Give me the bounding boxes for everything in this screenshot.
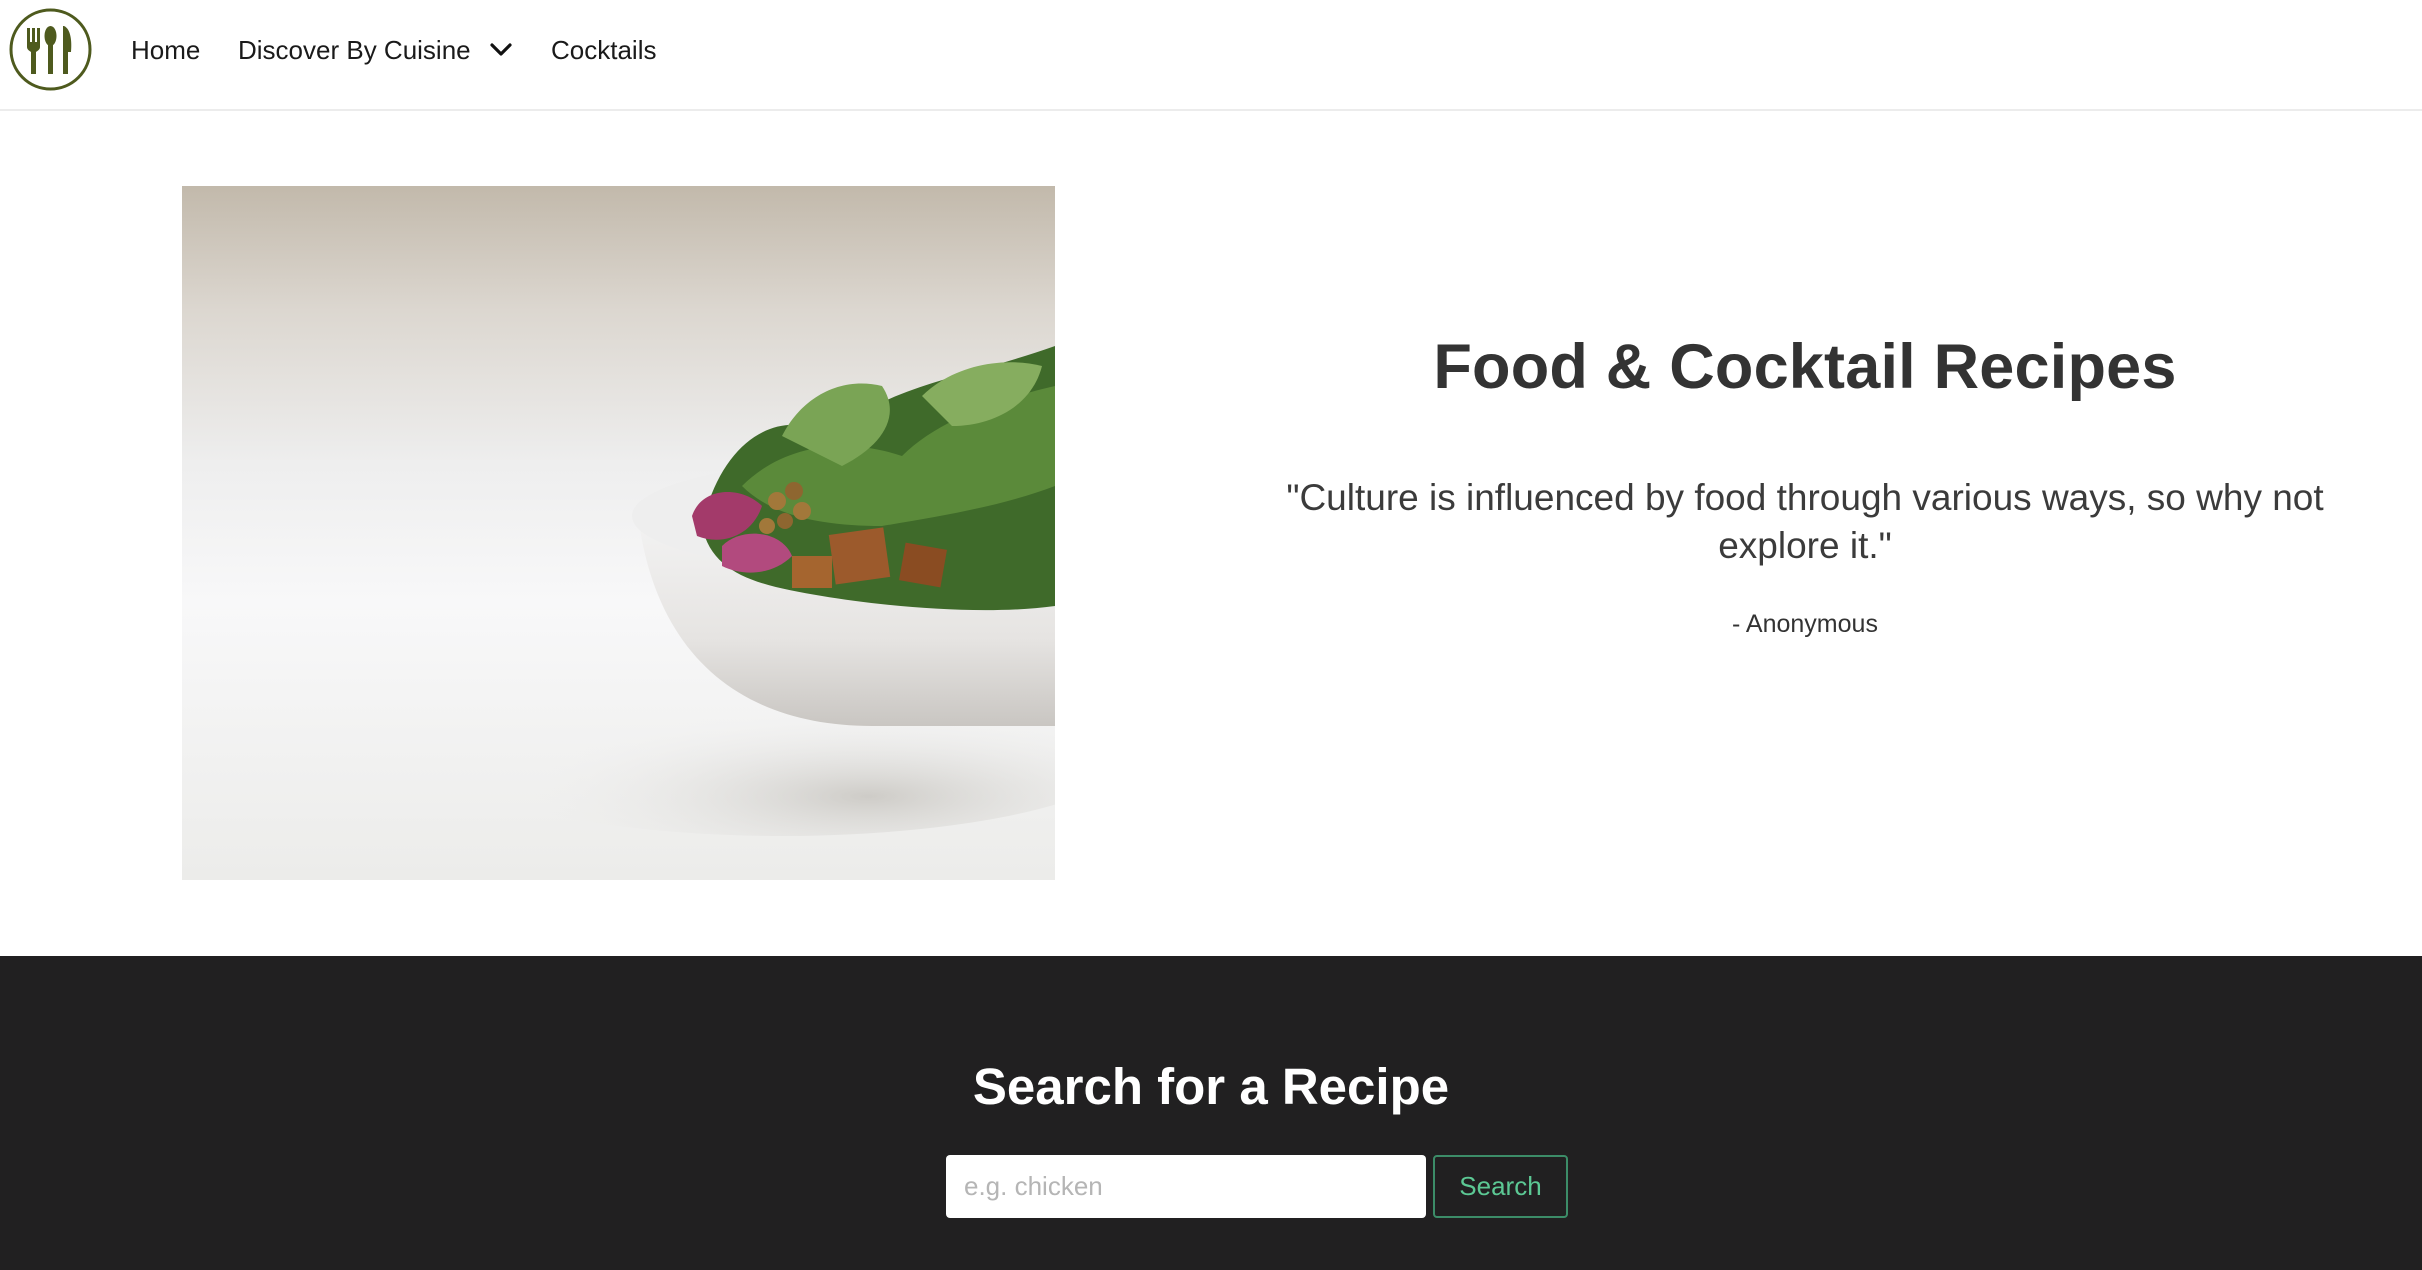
nav-home-label: Home (131, 34, 201, 65)
nav-discover-by-cuisine-dropdown[interactable]: Discover By Cuisine (238, 0, 515, 100)
salad-bowl-image (182, 186, 1055, 880)
hero-quote: "Culture is influenced by food through v… (1286, 476, 2324, 566)
nav-cuisine-label: Discover By Cuisine (238, 34, 471, 65)
search-heading: Search for a Recipe (972, 1058, 1450, 1115)
hero-text-block: Food & Cocktail Recipes "Culture is infl… (1230, 330, 2380, 639)
search-button[interactable]: Search (1433, 1155, 1568, 1218)
utensils-logo-icon[interactable] (9, 8, 92, 91)
recipe-search-input[interactable] (946, 1155, 1426, 1218)
top-navbar: Home Discover By Cuisine Cocktails (0, 0, 2422, 111)
page-title: Food & Cocktail Recipes (1433, 332, 2177, 402)
chevron-down-icon (487, 36, 515, 64)
nav-cocktails-label: Cocktails (551, 34, 657, 65)
nav-home-link[interactable]: Home (131, 0, 200, 100)
nav-cocktails-link[interactable]: Cocktails (551, 0, 656, 100)
search-section: Search for a Recipe Search (0, 956, 2422, 1270)
quote-author: - Anonymous (1732, 609, 1878, 638)
